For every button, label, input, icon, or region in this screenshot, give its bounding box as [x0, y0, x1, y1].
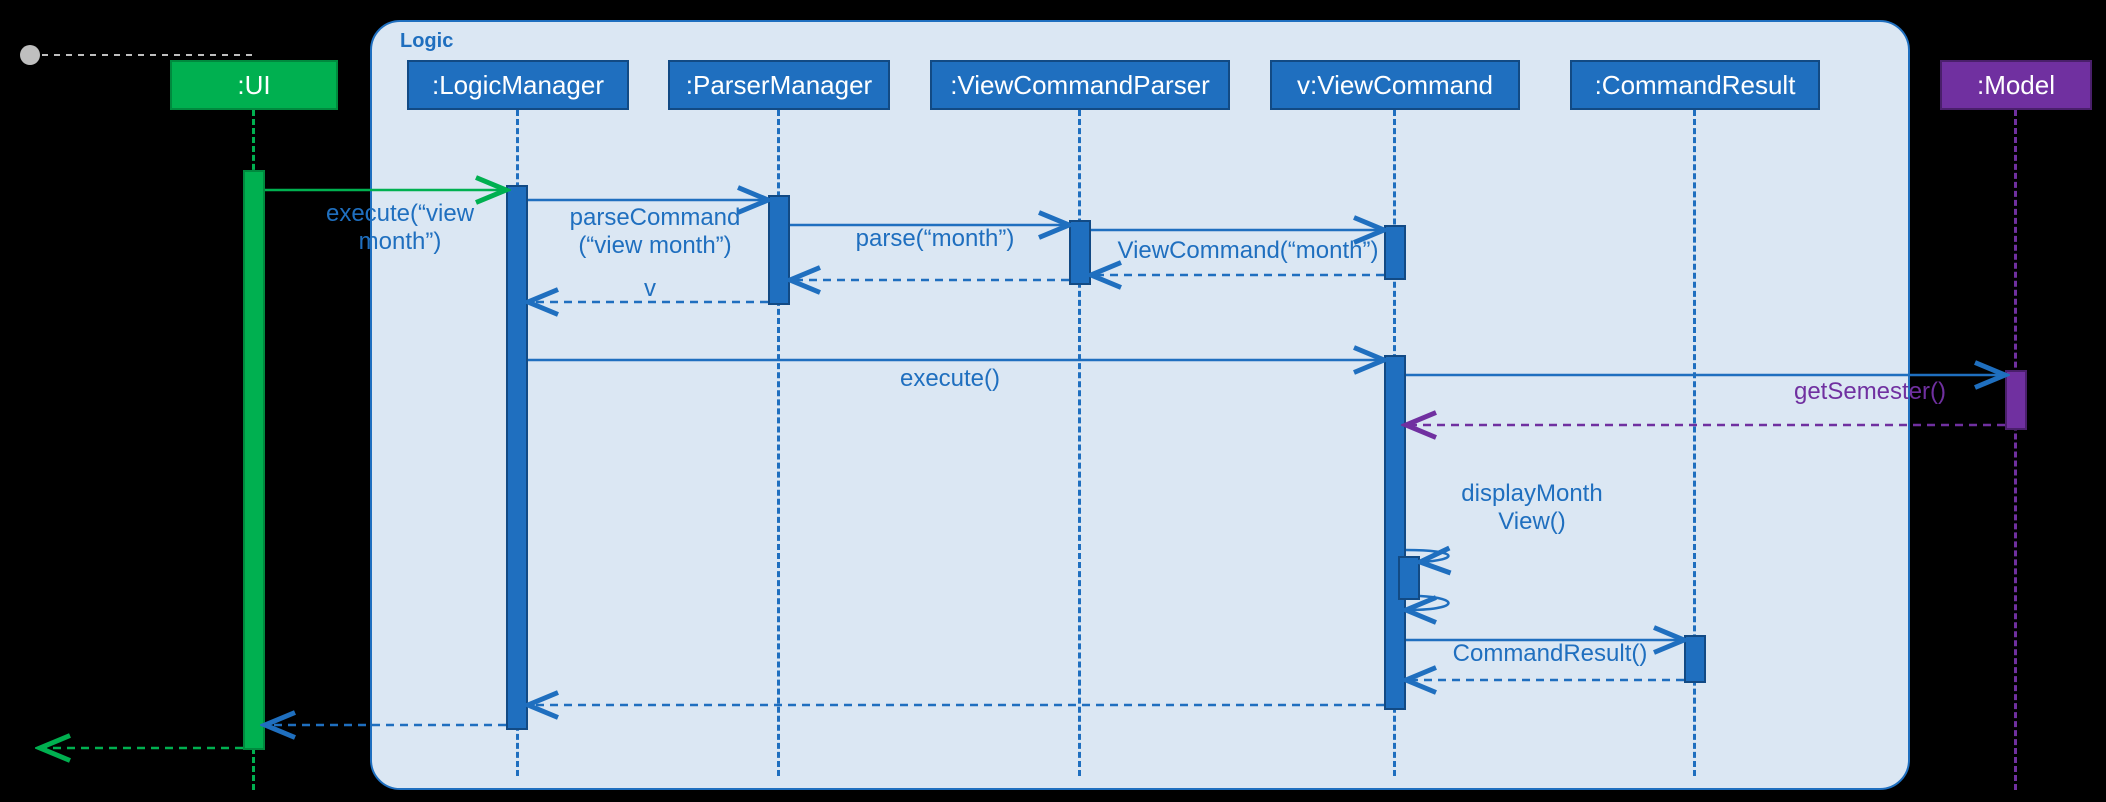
activation-view-command-self [1398, 556, 1420, 600]
activation-view-command-parser [1069, 220, 1091, 285]
msg-parse-command: parseCommand (“view month”) [550, 204, 760, 260]
msg-return-v: v [600, 275, 700, 303]
activation-ui [243, 170, 265, 750]
activation-view-command-exec [1384, 355, 1406, 710]
msg-execute-view-month: execute(“view month”) [300, 200, 500, 256]
sequence-diagram: Logic :UI :LogicManager :ParserManager :… [0, 0, 2106, 802]
head-view-command-parser: :ViewCommandParser [930, 60, 1230, 110]
activation-command-result [1684, 635, 1706, 683]
msg-get-semester: getSemester() [1770, 378, 1970, 406]
msg-parse-month: parse(“month”) [810, 225, 1060, 253]
activation-logic-manager [506, 185, 528, 730]
head-view-command: v:ViewCommand [1270, 60, 1520, 110]
msg-execute: execute() [850, 365, 1050, 393]
head-parser-manager: :ParserManager [668, 60, 890, 110]
msg-command-result-ctor: CommandResult() [1430, 640, 1670, 668]
head-ui: :UI [170, 60, 338, 110]
head-logic-manager: :LogicManager [407, 60, 629, 110]
msg-display-month-view: displayMonth View() [1432, 480, 1632, 536]
msg-view-command-ctor: ViewCommand(“month”) [1098, 237, 1398, 265]
head-model: :Model [1940, 60, 2092, 110]
lifeline-model [2014, 110, 2017, 790]
lifeline-view-command-parser [1078, 110, 1081, 776]
logic-frame-label: Logic [400, 30, 453, 53]
activation-model [2005, 370, 2027, 430]
actor-dot [20, 45, 40, 65]
activation-parser-manager [768, 195, 790, 305]
logic-frame [370, 20, 1910, 790]
head-command-result: :CommandResult [1570, 60, 1820, 110]
